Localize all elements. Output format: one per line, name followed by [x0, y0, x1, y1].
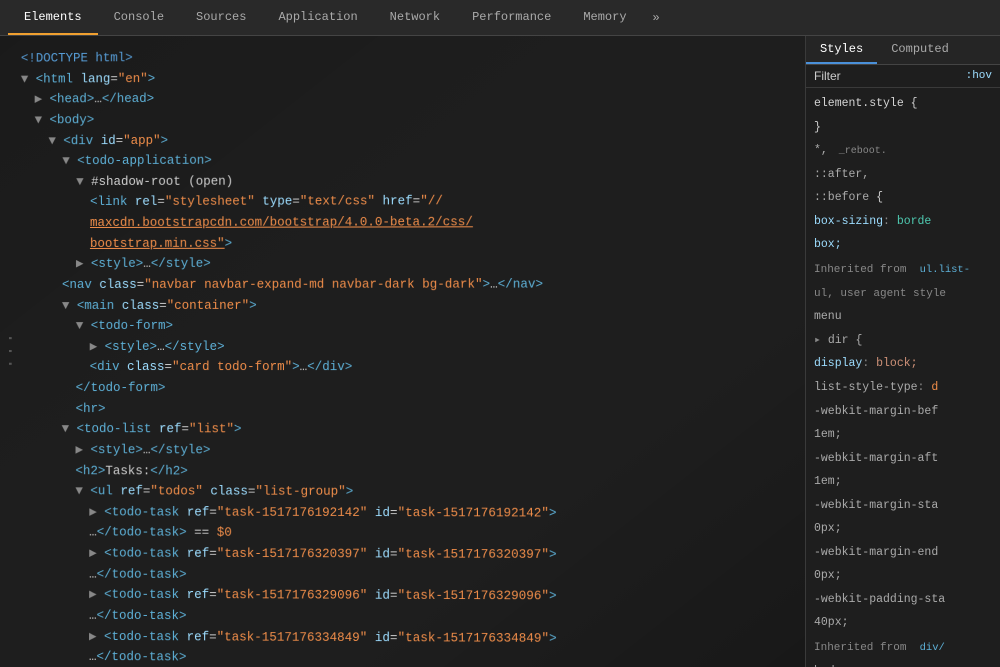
tab-network[interactable]: Network	[374, 0, 456, 35]
tab-elements[interactable]: Elements	[8, 0, 98, 35]
style-rule-menu: menu	[806, 305, 1000, 329]
dom-line-ul: ▼ <ul ref="todos" class="list-group">	[20, 481, 805, 503]
styles-panel: Styles Computed :hov element.style { } *…	[805, 36, 1000, 667]
style-rule-star: *, _reboot.	[806, 139, 1000, 163]
dom-line-div-app: ▼ <div id="app">	[21, 128, 805, 151]
styles-filter-input[interactable]	[814, 69, 894, 83]
dom-panel: ··· <!DOCTYPE html> ▼ <html lang="en"> ▶…	[0, 36, 805, 667]
dom-line-div-card: <div class="card todo-form">…</div>	[20, 357, 805, 378]
style-rule-after: ::after,	[806, 163, 1000, 187]
dom-line-task3: ▶ <todo-task ref="task-1517176329096" id…	[19, 585, 805, 609]
style-prop-webkit-0px-2: 0px;	[806, 564, 1000, 588]
style-prop-webkit-1em-2: 1em;	[806, 470, 1000, 494]
dom-line-task3-close: …</todo-task>	[19, 605, 805, 629]
tab-styles[interactable]: Styles	[806, 36, 877, 64]
styles-content: element.style { } *, _reboot. ::after, :…	[806, 88, 1000, 667]
tab-application[interactable]: Application	[262, 0, 373, 35]
dom-line-link-href2: bootstrap.min.css">	[20, 232, 805, 254]
dom-line-task4-close: …</todo-task>	[19, 647, 805, 667]
tab-memory[interactable]: Memory	[567, 0, 642, 35]
dom-line-h2: <h2>Tasks:</h2>	[20, 461, 805, 483]
styles-filter-bar: :hov	[806, 65, 1000, 88]
dom-line-shadow-root: ▼ #shadow-root (open)	[20, 170, 805, 193]
style-prop-display: display: block;	[806, 352, 1000, 376]
dom-line-task2-close: …</todo-task>	[19, 564, 805, 587]
main-content: ··· <!DOCTYPE html> ▼ <html lang="en"> ▶…	[0, 36, 1000, 667]
dom-line-style1: ▶ <style>…</style>	[20, 253, 805, 275]
dom-line-hr: <hr>	[20, 399, 805, 420]
style-prop-box: box;	[806, 233, 1000, 257]
dom-line-main: ▼ <main class="container">	[20, 295, 805, 316]
styles-tab-bar: Styles Computed	[806, 36, 1000, 65]
dom-line-task1-eq: …</todo-task> == $0	[19, 523, 805, 546]
dom-line-todo-list: ▼ <todo-list ref="list">	[20, 419, 805, 441]
dom-line-task2: ▶ <todo-task ref="task-1517176320397" id…	[19, 543, 805, 566]
tab-sources[interactable]: Sources	[180, 0, 262, 35]
tab-performance[interactable]: Performance	[456, 0, 567, 35]
style-rule-ul: ul, user agent style	[806, 282, 1000, 306]
style-prop-webkit-0px-1: 0px;	[806, 517, 1000, 541]
dom-line-task1: ▶ <todo-task ref="task-1517176192142" id…	[20, 502, 805, 525]
dom-line-head: ▶ <head>…</head>	[21, 87, 805, 111]
tab-bar: Elements Console Sources Application Net…	[0, 0, 1000, 36]
style-prop-webkit-margin-sta: -webkit-margin-sta	[806, 494, 1000, 518]
style-prop-box-sizing: box-sizing: borde	[806, 210, 1000, 234]
dom-line-todo-form: ▼ <todo-form>	[20, 316, 805, 337]
style-rule-before: ::before {	[806, 186, 1000, 210]
style-rule-element-close: }	[806, 116, 1000, 140]
dom-line-link-href: maxcdn.bootstrapcdn.com/bootstrap/4.0.0-…	[20, 212, 805, 234]
dom-line-todo-app: ▼ <todo-application>	[21, 149, 805, 172]
style-prop-list-style: list-style-type: d	[806, 376, 1000, 400]
dom-line-link: <link rel="stylesheet" type="text/css" h…	[20, 191, 805, 213]
style-prop-webkit-margin-end: -webkit-margin-end	[806, 541, 1000, 565]
style-prop-webkit-1em-1: 1em;	[806, 423, 1000, 447]
style-prop-webkit-padding-sta: -webkit-padding-sta	[806, 588, 1000, 612]
tab-console[interactable]: Console	[98, 0, 180, 35]
style-prop-webkit-margin-aft: -webkit-margin-aft	[806, 447, 1000, 471]
style-inherited-ul: Inherited from ul.list-	[806, 257, 1000, 282]
dom-line-style3: ▶ <style>…</style>	[20, 440, 805, 462]
dom-line-style2: ▶ <style>…</style>	[20, 337, 805, 358]
tab-more[interactable]: »	[643, 0, 670, 35]
style-inherited-div: Inherited from div/	[806, 635, 1000, 660]
dom-line-todo-form-close: </todo-form>	[20, 378, 805, 399]
tab-computed[interactable]: Computed	[877, 36, 963, 64]
style-rule-element: element.style {	[806, 92, 1000, 116]
dom-line-html: ▼ <html lang="en">	[21, 66, 805, 90]
dom-tree: <!DOCTYPE html> ▼ <html lang="en"> ▶ <he…	[0, 41, 805, 667]
style-rule-dir: ▸ dir {	[806, 329, 1000, 353]
style-prop-webkit-margin-bef: -webkit-margin-bef	[806, 400, 1000, 424]
hov-button[interactable]: :hov	[966, 70, 992, 82]
dom-line-body: ▼ <body>	[21, 108, 805, 131]
style-prop-webkit-40px: 40px;	[806, 611, 1000, 635]
dom-line-nav: <nav class="navbar navbar-expand-md navb…	[20, 274, 805, 295]
style-rule-body: body	[806, 660, 1000, 667]
